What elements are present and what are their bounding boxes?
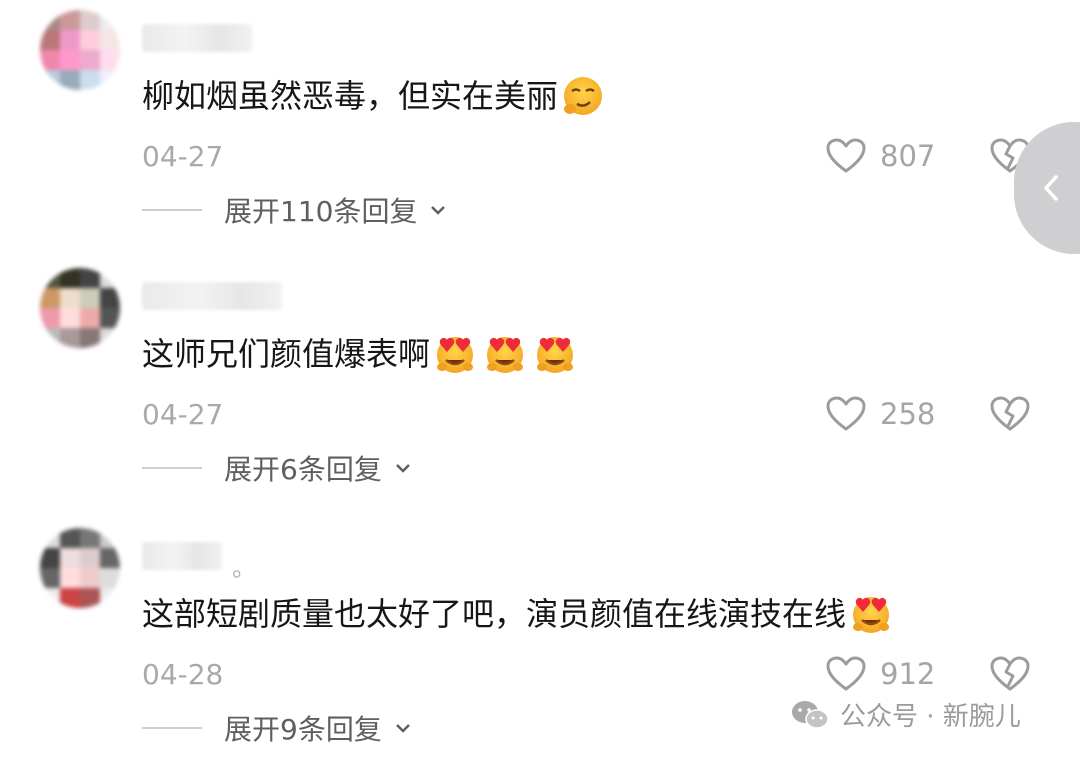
expand-replies-label: 展开6条回复 [224, 453, 382, 486]
comment-text: 柳如烟虽然恶毒，但实在美丽 [142, 77, 559, 115]
expand-replies-label: 展开110条回复 [224, 195, 418, 228]
comment-date: 04-27 [142, 140, 224, 173]
heart-outline-icon [826, 138, 866, 173]
username-blurred[interactable] [142, 24, 252, 52]
expand-replies-label: 展开9条回复 [224, 713, 382, 746]
comment-list: 柳如烟虽然恶毒，但实在美丽 04-27 807 展开110条回复 这师兄们颜值爆… [0, 0, 1080, 758]
heart-eyes-emoji [848, 591, 894, 637]
emoji-group [848, 591, 898, 637]
broken-heart-outline-icon [990, 656, 1030, 691]
broken-heart-outline-icon [990, 396, 1030, 431]
divider [142, 727, 202, 729]
emoji-group [560, 73, 610, 119]
divider [142, 209, 202, 211]
like-button[interactable]: 912 [826, 656, 935, 692]
comment-text-row: 这师兄们颜值爆表啊 [142, 330, 582, 378]
username-blurred[interactable] [142, 282, 282, 310]
like-button[interactable]: 258 [826, 396, 935, 432]
dislike-button[interactable] [990, 656, 1030, 696]
heart-outline-icon [826, 656, 866, 691]
like-count: 912 [880, 657, 936, 691]
divider [142, 467, 202, 469]
like-count: 258 [880, 397, 936, 431]
avatar[interactable] [40, 10, 120, 90]
dislike-button[interactable] [990, 396, 1030, 436]
comment-item: 柳如烟虽然恶毒，但实在美丽 04-27 807 展开110条回复 [0, 0, 1080, 258]
expand-replies-button[interactable]: 展开110条回复 [142, 190, 447, 230]
watermark: 公众号 · 新腕儿 [790, 696, 1021, 733]
comment-date: 04-27 [142, 398, 224, 431]
username-blurred[interactable] [142, 542, 222, 570]
comment-item: 这师兄们颜值爆表啊 04-27 258 展开6条回复 [0, 258, 1080, 516]
chevron-down-icon [395, 724, 410, 733]
chevron-down-icon [395, 464, 410, 473]
username-suffix: 。 [232, 554, 256, 582]
chevron-left-icon [1044, 175, 1058, 201]
emoji-group [432, 331, 582, 377]
like-button[interactable]: 807 [826, 138, 935, 174]
expand-replies-button[interactable]: 展开6条回复 [142, 448, 412, 488]
avatar[interactable] [40, 268, 120, 348]
comment-text-row: 这部短剧质量也太好了吧，演员颜值在线演技在线 [142, 590, 898, 638]
heart-eyes-emoji [432, 331, 478, 377]
expand-replies-button[interactable]: 展开9条回复 [142, 708, 412, 748]
heart-eyes-emoji [532, 331, 578, 377]
watermark-text: 公众号 · 新腕儿 [840, 702, 1021, 732]
smirk-face-emoji [560, 73, 606, 119]
comment-text: 这师兄们颜值爆表啊 [142, 335, 431, 373]
comment-text: 这部短剧质量也太好了吧，演员颜值在线演技在线 [142, 595, 847, 633]
heart-outline-icon [826, 396, 866, 431]
heart-eyes-emoji [482, 331, 528, 377]
wechat-icon [792, 700, 829, 729]
avatar[interactable] [40, 528, 120, 608]
chevron-down-icon [431, 206, 446, 215]
comment-date: 04-28 [142, 658, 224, 691]
comment-text-row: 柳如烟虽然恶毒，但实在美丽 [142, 72, 610, 120]
like-count: 807 [880, 139, 936, 173]
